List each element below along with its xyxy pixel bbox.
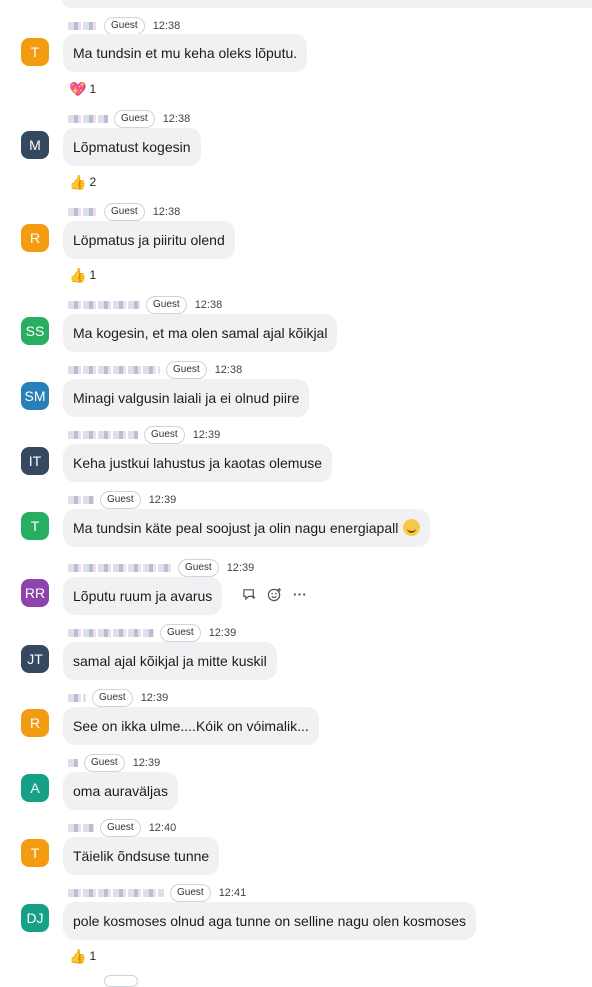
avatar[interactable]: R (21, 224, 49, 252)
avatar[interactable]: T (21, 512, 49, 540)
previous-message-bubble (62, 0, 592, 8)
guest-badge: Guest (166, 361, 207, 379)
timestamp: 12:38 (162, 113, 191, 125)
avatar[interactable]: JT (21, 645, 49, 673)
sender-name-redacted (68, 366, 160, 374)
avatar[interactable]: DJ (21, 904, 49, 932)
timestamp: 12:40 (148, 822, 177, 834)
sender-name-redacted (68, 496, 94, 504)
message-meta: Guest 12:39 (68, 754, 160, 772)
message-meta: Guest 12:39 (68, 624, 236, 642)
message-meta: Guest 12:39 (68, 559, 254, 577)
message-bubble[interactable]: Ma kogesin, et ma olen samal ajal kõikja… (63, 314, 338, 352)
reaction-count: 1 (89, 268, 97, 282)
timestamp: 12:38 (194, 299, 223, 311)
message-bubble[interactable]: Ma tundsin et mu keha oleks lõputu. (63, 34, 308, 72)
timestamp: 12:38 (214, 364, 243, 376)
message-bubble[interactable]: See on ikka ulme....Kóik on vóimalik... (63, 707, 319, 745)
reaction-chip[interactable]: 👍 1 (69, 947, 96, 965)
avatar[interactable]: SS (21, 317, 49, 345)
reaction-count: 2 (89, 175, 97, 189)
timestamp: 12:41 (218, 887, 247, 899)
message-bubble[interactable]: Minagi valgusin laiali ja ei olnud piire (63, 379, 310, 417)
message-meta: Guest 12:38 (68, 110, 190, 128)
guest-badge: Guest (92, 689, 133, 707)
reaction-chip[interactable]: 👍 1 (69, 266, 96, 284)
message-meta: Guest 12:41 (68, 884, 246, 902)
sender-name-redacted (68, 431, 138, 439)
thread-reply-icon[interactable] (242, 587, 257, 605)
timestamp: 12:39 (148, 494, 177, 506)
avatar[interactable]: A (21, 774, 49, 802)
avatar[interactable]: M (21, 131, 49, 159)
message-bubble[interactable]: pole kosmoses olnud aga tunne on selline… (63, 902, 477, 940)
reaction-chip[interactable]: 👍 2 (69, 173, 96, 191)
avatar[interactable]: SM (21, 382, 49, 410)
reaction-count: 1 (89, 949, 97, 963)
timestamp: 12:38 (152, 20, 181, 32)
sender-name-redacted (68, 22, 98, 30)
message-meta: Guest 12:38 (68, 361, 242, 379)
avatar[interactable]: RR (21, 579, 49, 607)
message-meta: Guest 12:40 (68, 819, 176, 837)
sender-name-redacted (68, 759, 78, 767)
thumbs-up-icon: 👍 (69, 947, 87, 964)
more-options-icon[interactable] (292, 587, 307, 605)
next-message-guest-badge (104, 975, 138, 987)
avatar[interactable]: R (21, 709, 49, 737)
timestamp: 12:39 (226, 562, 255, 574)
timestamp: 12:39 (208, 627, 237, 639)
heart-icon: 💖 (69, 80, 87, 97)
guest-badge: Guest (100, 819, 141, 837)
guest-badge: Guest (178, 559, 219, 577)
message-meta: Guest 12:39 (68, 491, 176, 509)
message-bubble[interactable]: Lõputu ruum ja avarus (63, 577, 223, 615)
timestamp: 12:38 (152, 206, 181, 218)
smiling-face-icon (403, 519, 421, 536)
guest-badge: Guest (144, 426, 185, 444)
message-bubble[interactable]: samal ajal kõikjal ja mitte kuskil (63, 642, 277, 680)
guest-badge: Guest (114, 110, 155, 128)
reaction-chip[interactable]: 💖 1 (69, 80, 96, 98)
message-bubble[interactable]: oma auraväljas (63, 772, 178, 810)
timestamp: 12:39 (132, 757, 161, 769)
guest-badge: Guest (104, 203, 145, 221)
avatar[interactable]: IT (21, 447, 49, 475)
sender-name-redacted (68, 301, 140, 309)
guest-badge: Guest (170, 884, 211, 902)
message-bubble[interactable]: Ma tundsin käte peal soojust ja olin nag… (63, 509, 431, 547)
message-meta: Guest 12:38 (68, 17, 180, 35)
guest-badge: Guest (84, 754, 125, 772)
thumbs-up-icon: 👍 (69, 266, 87, 283)
message-meta: Guest 12:39 (68, 426, 220, 444)
message-bubble[interactable]: Keha justkui lahustus ja kaotas olemuse (63, 444, 333, 482)
avatar[interactable]: T (21, 839, 49, 867)
message-hover-actions (242, 587, 307, 605)
message-meta: Guest 12:38 (68, 203, 180, 221)
sender-name-redacted (68, 564, 172, 572)
guest-badge: Guest (104, 17, 145, 35)
message-meta: Guest 12:38 (68, 296, 222, 314)
guest-badge: Guest (146, 296, 187, 314)
sender-name-redacted (68, 824, 94, 832)
guest-badge: Guest (100, 491, 141, 509)
sender-name-redacted (68, 629, 154, 637)
avatar[interactable]: T (21, 38, 49, 66)
sender-name-redacted (68, 694, 86, 702)
message-bubble[interactable]: Täielik õndsuse tunne (63, 837, 220, 875)
guest-badge: Guest (160, 624, 201, 642)
reaction-count: 1 (89, 82, 97, 96)
sender-name-redacted (68, 208, 98, 216)
thumbs-up-icon: 👍 (69, 173, 87, 190)
message-bubble[interactable]: Lõpmatust kogesin (63, 128, 201, 166)
add-reaction-icon[interactable] (267, 587, 282, 605)
sender-name-redacted (68, 115, 108, 123)
message-bubble[interactable]: Löpmatus ja piiritu olend (63, 221, 235, 259)
sender-name-redacted (68, 889, 164, 897)
message-meta: Guest 12:39 (68, 689, 168, 707)
message-text: Ma tundsin käte peal soojust ja olin nag… (73, 520, 399, 536)
timestamp: 12:39 (192, 429, 221, 441)
timestamp: 12:39 (140, 692, 169, 704)
